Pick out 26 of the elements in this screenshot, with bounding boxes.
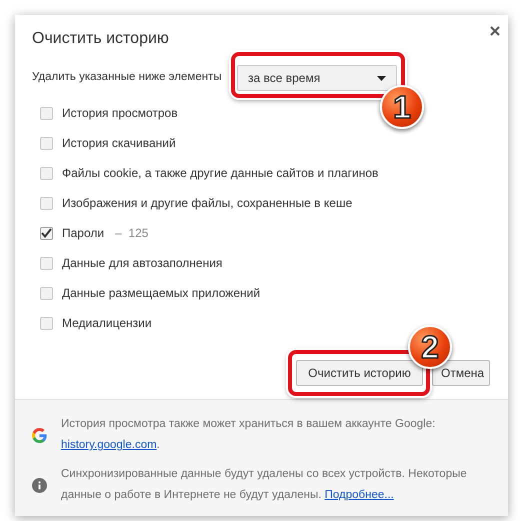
footer-link[interactable]: Подробнее... bbox=[324, 489, 394, 501]
footer-link[interactable]: history.google.com bbox=[61, 439, 157, 451]
checkbox-label: Медиалицензии bbox=[62, 315, 152, 332]
clear-history-button[interactable]: Очистить историю bbox=[296, 360, 423, 386]
google-icon bbox=[32, 428, 47, 442]
step-badge: 1 bbox=[380, 85, 424, 129]
checkbox-label: Пароли bbox=[62, 225, 104, 242]
checkbox-label: История скачиваний bbox=[62, 135, 176, 152]
item-count: – 125 bbox=[115, 225, 148, 242]
footer-note: История просмотра также может храниться в вашем аккаунте Google: history.google.com. bbox=[61, 417, 436, 453]
checkbox[interactable] bbox=[40, 226, 53, 240]
info-icon bbox=[32, 478, 47, 492]
checkbox-label: Данные для автозаполнения bbox=[62, 255, 222, 272]
caret-icon bbox=[377, 76, 386, 80]
footer-note: Синхронизированные данные будут удалены со всех устройств. Некоторые данные о работе в Интернете не будут удалены. Подробнее... bbox=[61, 467, 468, 503]
checkbox-label: История просмотров bbox=[62, 105, 178, 122]
dialog-title: Очистить историю bbox=[32, 29, 169, 49]
close-icon[interactable] bbox=[490, 26, 500, 36]
checkbox-label: Файлы cookie, а также другие данные сайтов и плагинов bbox=[62, 165, 378, 182]
range-label: Удалить указанные ниже элементы bbox=[32, 70, 223, 86]
checkbox-label: Изображения и другие файлы, сохраненные в кеше bbox=[62, 195, 352, 212]
checkbox-label: Данные размещаемых приложений bbox=[62, 285, 260, 302]
step-badge: 2 bbox=[408, 325, 452, 369]
checkmark-icon bbox=[41, 228, 52, 238]
cancel-button[interactable]: Отмена bbox=[432, 360, 490, 386]
time-range-dropdown[interactable]: за все время bbox=[237, 65, 397, 91]
